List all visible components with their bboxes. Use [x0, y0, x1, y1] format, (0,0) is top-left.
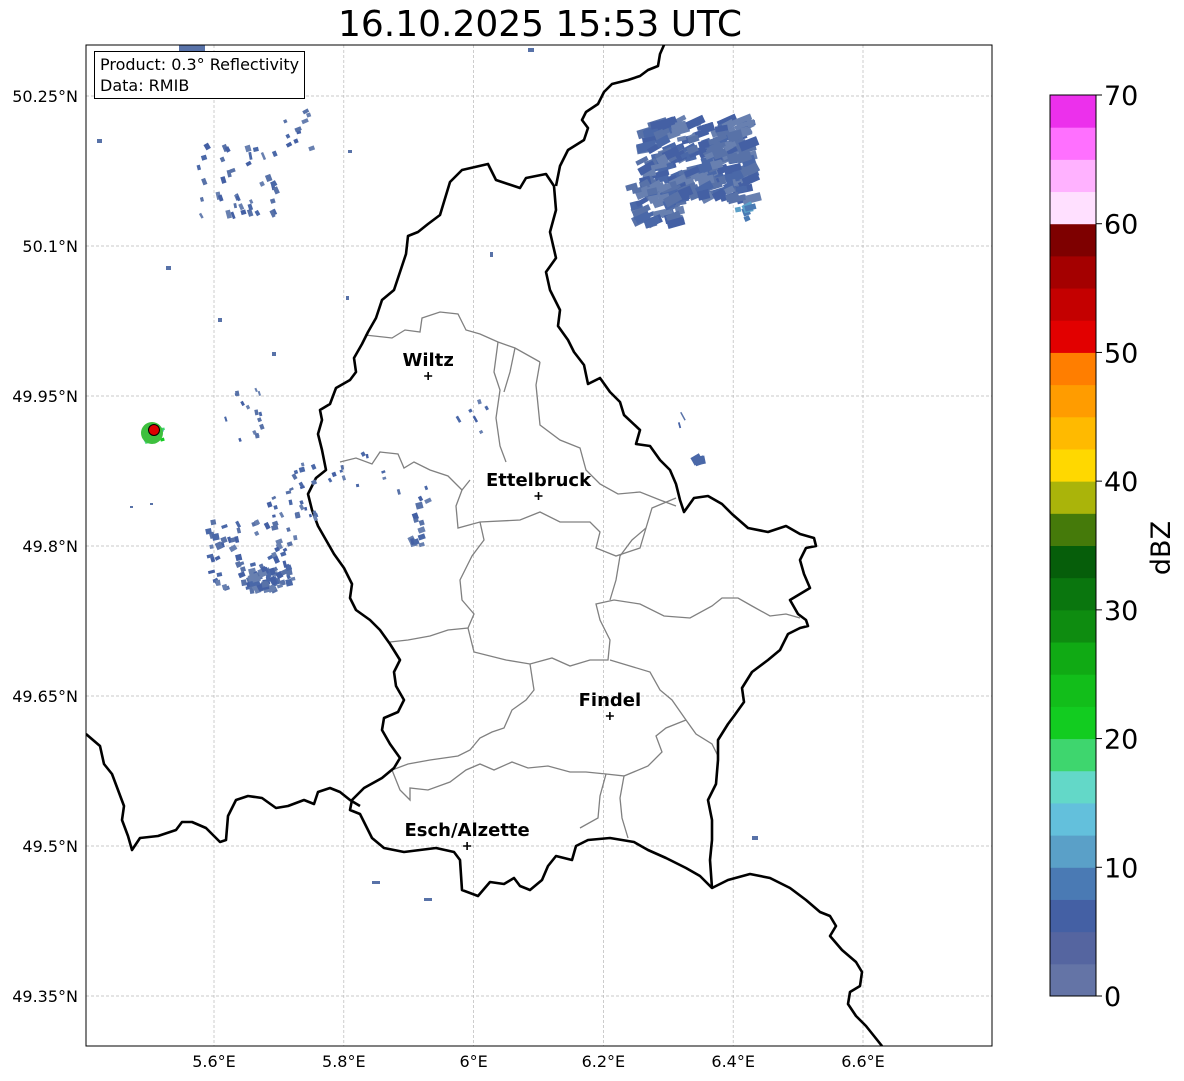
colorbar-segment — [1050, 191, 1096, 225]
colorbar-segment — [1050, 899, 1096, 933]
colorbar-tick-label: 30 — [1104, 596, 1138, 627]
colorbar-segment — [1050, 867, 1096, 900]
colorbar-segment — [1050, 674, 1096, 707]
colorbar-segment — [1050, 770, 1096, 804]
colorbar-tick-label: 40 — [1104, 467, 1138, 498]
latitude-tick-labels: 50.25°N 50.1°N 49.95°N 49.8°N 49.65°N 49.5°N 4… — [12, 87, 78, 1006]
colorbar-segment — [1050, 802, 1096, 836]
colorbar-segment — [1050, 352, 1096, 386]
lat-tick-label: 50.25°N — [12, 87, 78, 106]
colorbar-segment — [1050, 738, 1096, 772]
colorbar-segment — [1050, 223, 1096, 257]
colorbar-segment — [1050, 963, 1096, 997]
city-label: Wiltz — [403, 350, 454, 371]
colorbar-segment — [1050, 481, 1096, 514]
colorbar-segment — [1050, 95, 1096, 128]
lon-tick-label: 6.6°E — [841, 1052, 885, 1071]
colorbar-segment — [1050, 642, 1096, 675]
lon-tick-label: 6.4°E — [711, 1052, 755, 1071]
colorbar-tick-label: 10 — [1104, 853, 1138, 884]
lat-tick-label: 49.8°N — [22, 537, 78, 556]
lat-tick-label: 50.1°N — [22, 237, 78, 256]
data-source-label: Data: RMIB — [100, 76, 190, 95]
colorbar-segment — [1050, 448, 1096, 482]
colorbar-tick-label: 0 — [1104, 982, 1121, 1013]
colorbar-segment — [1050, 159, 1096, 193]
radar-map: WiltzEttelbruckFindelEsch/Alzette 5.6°E 5… — [12, 44, 1177, 1071]
radar-site — [141, 422, 163, 444]
colorbar-segment — [1050, 545, 1096, 579]
colorbar-segment — [1050, 127, 1096, 160]
colorbar-tick-label: 50 — [1104, 338, 1138, 369]
colorbar-segment — [1050, 706, 1096, 740]
colorbar-segment — [1050, 255, 1096, 289]
colorbar-segment — [1050, 835, 1096, 868]
lat-tick-label: 49.5°N — [22, 837, 78, 856]
colorbar: 0 10 20 30 40 50 60 70 — [1049, 81, 1138, 1013]
product-label: Product: 0.3° Reflectivity — [100, 55, 300, 74]
colorbar-segment — [1050, 288, 1096, 321]
product-info-box: Product: 0.3° Reflectivity Data: RMIB — [94, 51, 306, 99]
colorbar-segment — [1050, 416, 1096, 450]
colorbar-segment — [1050, 320, 1096, 353]
colorbar-segment — [1050, 609, 1096, 643]
colorbar-tick-label: 70 — [1104, 81, 1138, 112]
city-label: Ettelbruck — [486, 470, 592, 491]
colorbar-segment — [1050, 513, 1096, 546]
lat-tick-label: 49.95°N — [12, 387, 78, 406]
lon-tick-label: 5.8°E — [322, 1052, 366, 1071]
colorbar-segment — [1050, 384, 1096, 418]
lon-tick-label: 6°E — [459, 1052, 487, 1071]
longitude-tick-labels: 5.6°E 5.8°E 6°E 6.2°E 6.4°E 6.6°E — [192, 1052, 885, 1071]
colorbar-segment — [1050, 931, 1096, 965]
colorbar-segment — [1050, 577, 1096, 611]
colorbar-tick-label: 60 — [1104, 210, 1138, 241]
colorbar-tick-label: 20 — [1104, 725, 1138, 756]
colorbar-label: dBZ — [1146, 521, 1177, 575]
lon-tick-label: 5.6°E — [192, 1052, 236, 1071]
city-label: Esch/Alzette — [404, 820, 529, 841]
lon-tick-label: 6.2°E — [582, 1052, 626, 1071]
lat-tick-label: 49.65°N — [12, 687, 78, 706]
city-label: Findel — [579, 690, 642, 711]
lat-tick-label: 49.35°N — [12, 987, 78, 1006]
